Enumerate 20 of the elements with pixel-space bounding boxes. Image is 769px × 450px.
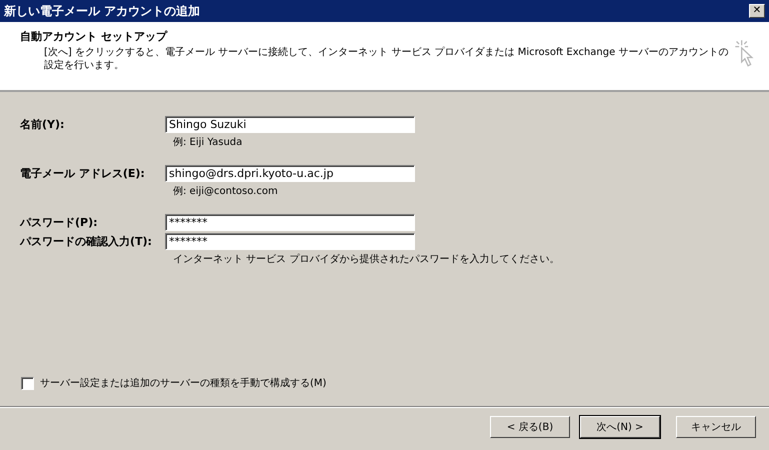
input-field[interactable]: Shingo Suzuki: [165, 116, 415, 133]
field-label: パスワードの確認入力(T):: [20, 234, 153, 249]
field-label: パスワード(P):: [20, 215, 99, 230]
close-button[interactable]: ✕: [749, 4, 765, 18]
input-field[interactable]: *******: [165, 214, 415, 231]
dialog-button[interactable]: 次へ(N) >: [580, 416, 660, 438]
checkbox-label: サーバー設定または追加のサーバーの種類を手動で構成する(M): [40, 376, 326, 390]
window-title: 新しい電子メール アカウントの追加: [4, 2, 200, 20]
header-title: 自動アカウント セットアップ: [20, 29, 168, 44]
hint-text: インターネット サービス プロバイダから提供されたパスワードを入力してください。: [172, 252, 560, 267]
dialog-button[interactable]: キャンセル: [676, 416, 756, 438]
hint-text: 例: eiji@contoso.com: [172, 185, 278, 199]
header-description: [次へ] をクリックすると、電子メール サーバーに接続して、インターネット サービス プロバイダまたは Microsoft Exchange サーバーのアカウントの設定を行います。: [43, 46, 730, 72]
field-label: 名前(Y):: [20, 117, 66, 132]
hint-text: 例: Eiji Yasuda: [172, 136, 242, 150]
field-label: 電子メール アドレス(E):: [20, 166, 146, 181]
dialog-button[interactable]: < 戻る(B): [490, 416, 570, 438]
checkbox[interactable]: [21, 376, 34, 390]
input-field[interactable]: shingo@drs.dpri.kyoto-u.ac.jp: [165, 165, 415, 182]
input-field[interactable]: *******: [165, 233, 415, 250]
